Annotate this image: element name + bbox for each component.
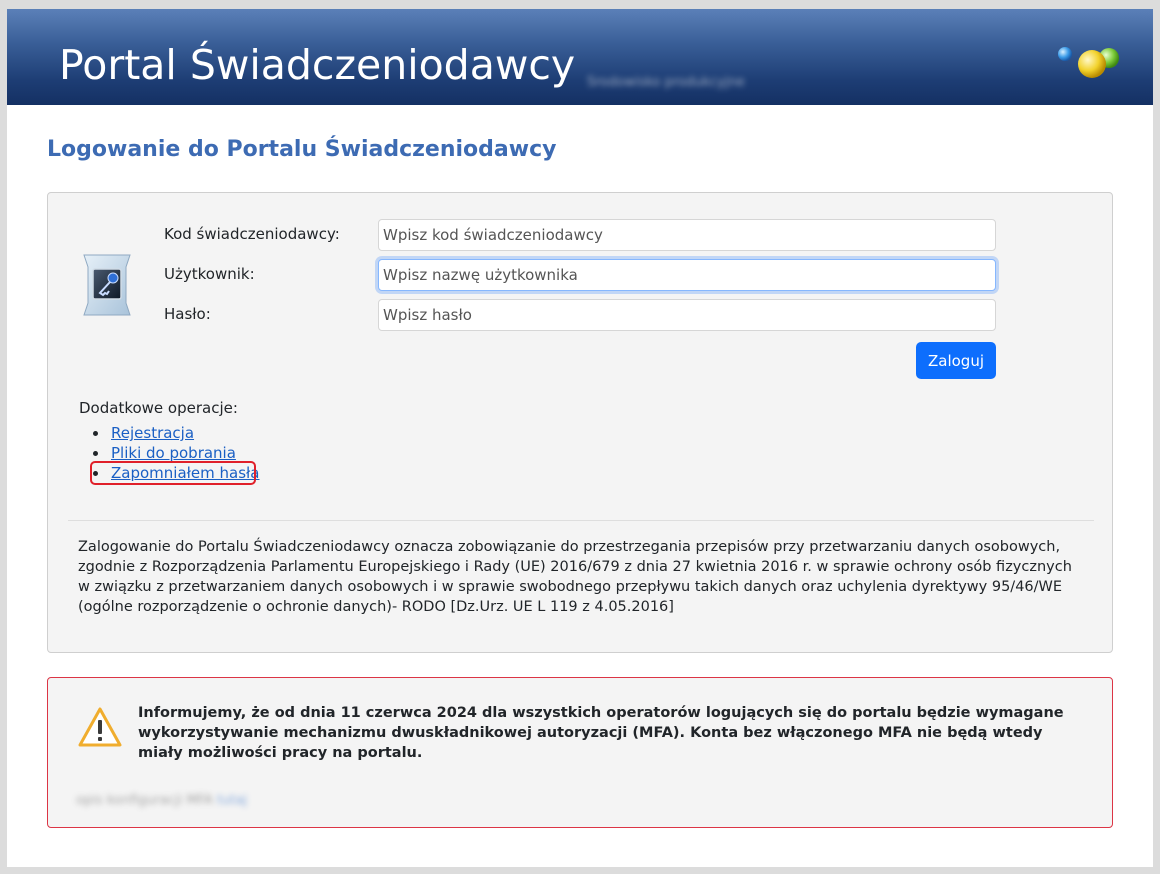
mfa-info-blurred-link[interactable]: tutaj xyxy=(217,793,247,808)
page-frame: Portal Świadczeniodawcy Środowisko produ… xyxy=(7,9,1153,867)
user-input[interactable] xyxy=(378,259,996,291)
login-panel: Kod świadczeniodawcy: Użytkownik: Hasło:… xyxy=(47,192,1113,653)
extra-operations-title: Dodatkowe operacje: xyxy=(79,399,238,417)
header-bar: Portal Świadczeniodawcy Środowisko produ… xyxy=(7,9,1153,105)
list-item: Pliki do pobrania xyxy=(79,443,379,463)
portal-brand-title: Portal Świadczeniodawcy xyxy=(59,41,576,89)
register-link[interactable]: Rejestracja xyxy=(111,424,194,442)
key-login-icon xyxy=(83,254,131,316)
forgot-password-link[interactable]: Zapomniałem hasła xyxy=(111,464,259,482)
mfa-info-blurred: opis konfiguracji MFA tutaj xyxy=(76,793,247,808)
mfa-alert-text: Informujemy, że od dnia 11 czerwca 2024 … xyxy=(138,705,1064,761)
password-input[interactable] xyxy=(378,299,996,331)
extra-operations-list: Rejestracja Pliki do pobrania Zapomniałe… xyxy=(79,423,379,483)
warning-icon xyxy=(78,707,122,747)
downloads-link[interactable]: Pliki do pobrania xyxy=(111,444,236,462)
password-label: Hasło: xyxy=(164,305,211,323)
logo-balls-icon xyxy=(1058,47,1119,78)
environment-info-blurred: Środowisko produkcyjne xyxy=(587,75,745,90)
mfa-info-blurred-text: opis konfiguracji MFA xyxy=(76,793,213,808)
rodo-notice: Zalogowanie do Portalu Świadczeniodawcy … xyxy=(78,539,1072,615)
mfa-alert-panel: Informujemy, że od dnia 11 czerwca 2024 … xyxy=(47,677,1113,828)
divider xyxy=(68,520,1094,521)
provider-code-label: Kod świadczeniodawcy: xyxy=(164,225,340,243)
page-title: Logowanie do Portalu Świadczeniodawcy xyxy=(47,137,557,162)
login-button[interactable]: Zaloguj xyxy=(916,342,996,379)
user-label: Użytkownik: xyxy=(164,265,255,283)
list-item: Zapomniałem hasła xyxy=(79,463,379,483)
list-item: Rejestracja xyxy=(79,423,379,443)
provider-code-input[interactable] xyxy=(378,219,996,251)
